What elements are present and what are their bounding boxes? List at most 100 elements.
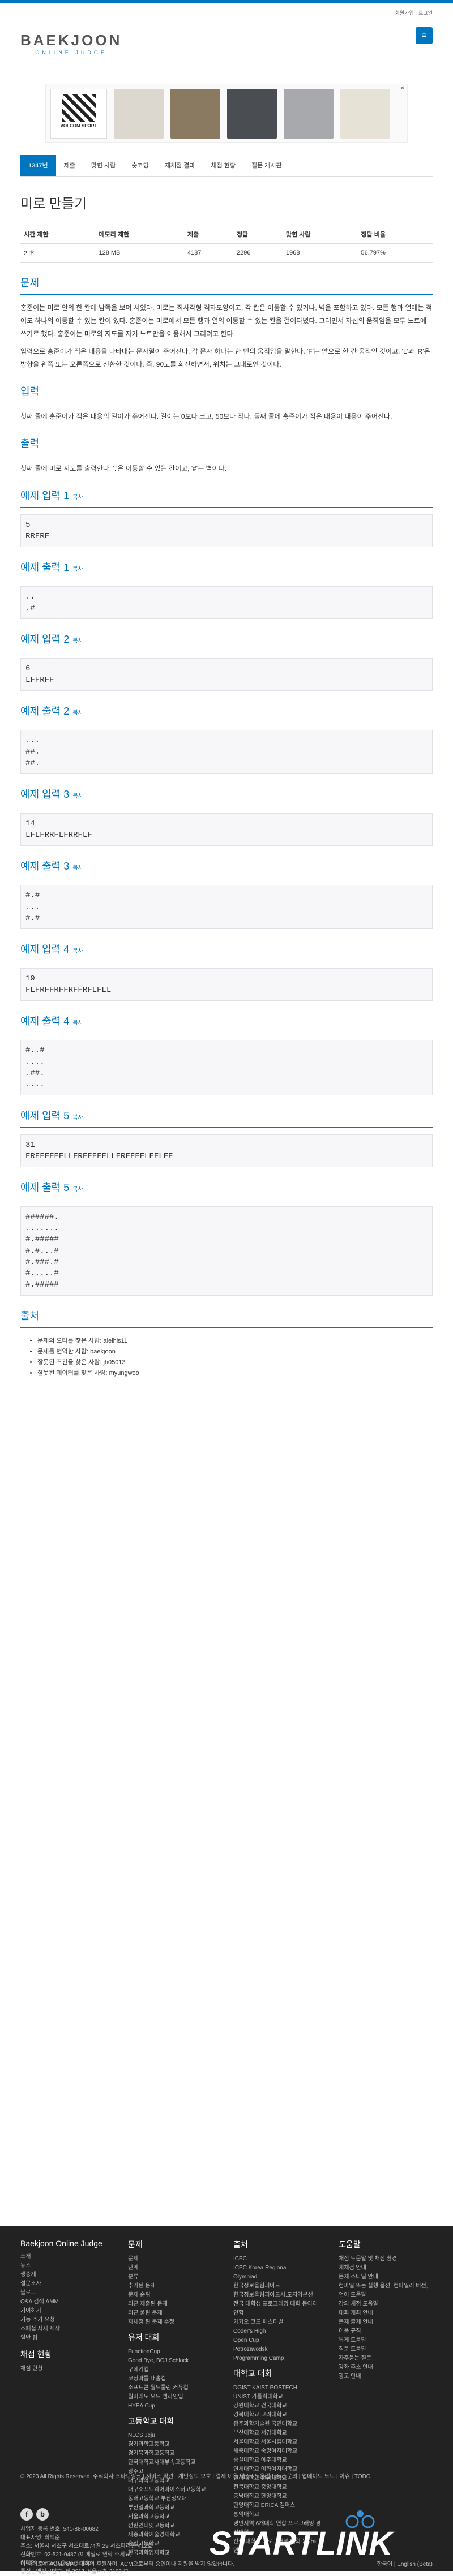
copy-button[interactable]: 복사 [72,793,83,799]
info-submissions: 4187 [184,243,234,263]
footer-link[interactable]: 강좌 주소 안내 [339,2363,429,2372]
tab-submit[interactable]: 제출 [56,155,83,176]
footer-link[interactable]: 전국 대학생 프로그래밍 대회 동아리 연합 [233,2300,324,2318]
ad-product-image[interactable] [170,89,220,139]
footer-link[interactable]: 숭실대학교 아주대학교 [233,2456,324,2465]
tab-solved-users[interactable]: 맞힌 사람 [83,155,124,176]
language-switch[interactable]: 한국어 | English (Beta) [377,2559,433,2568]
footer-link[interactable]: 최근 풀린 문제 [128,2309,219,2318]
footer-link[interactable]: ICPC Korea Regional [233,2264,324,2273]
footer-link[interactable]: 문제 [128,2255,219,2264]
footer-link[interactable]: 채점 도움말 및 채점 환경 [339,2255,429,2264]
footer-link[interactable]: 강원대학교 건국대학교 [233,2402,324,2411]
ad-product-image[interactable] [284,89,334,139]
footer-link[interactable]: 스페셜 저지 제작 [20,2325,111,2334]
footer-link[interactable]: 톡게 도움말 [339,2336,429,2345]
footer-link[interactable]: 월미래도 오드 엠라인입 [128,2393,219,2402]
footer-link[interactable]: 기능 추가 요청 [20,2316,111,2325]
tab-board[interactable]: 질문 게시판 [243,155,290,176]
tab-status[interactable]: 채점 현황 [203,155,243,176]
copy-button[interactable]: 복사 [72,1186,83,1193]
footer-link[interactable]: 코딩마를 내홀컵 [128,2375,219,2384]
footer-link[interactable]: 대회 개최 안내 [339,2309,429,2318]
menu-toggle-button[interactable]: ≡ [416,27,433,44]
ad-product-image[interactable] [340,89,390,139]
footer-link[interactable]: 문제 순위 [128,2291,219,2300]
copy-button[interactable]: 복사 [72,948,83,954]
footer-link[interactable]: Olympiad [233,2273,324,2282]
footer-link[interactable]: 채점 현황 [20,2364,111,2373]
footer-link[interactable]: 일반 링 [20,2334,111,2343]
site-logo[interactable]: BAEKJOON ONLINE JUDGE [20,32,122,55]
footer-link[interactable]: FunctionCup [128,2347,219,2356]
blog-icon[interactable]: b [36,2508,49,2521]
tab-problem[interactable]: 1347번 [20,155,56,176]
footer-link[interactable]: 재채점 된 문제 수정 [128,2318,219,2327]
copy-button[interactable]: 복사 [72,494,83,501]
footer-link[interactable]: Q&A 검색 AMM [20,2298,111,2307]
footer-link[interactable]: 컴파일 또는 실행 옵션, 컴파일러 버전, 언어 도움말 [339,2282,429,2300]
footer-link[interactable]: 강의 채점 도움말 [339,2300,429,2309]
footer-link[interactable]: 문제 출제 안내 [339,2318,429,2327]
footer-link[interactable]: 소개 [20,2252,111,2261]
ad-product-image[interactable] [114,89,164,139]
footer-link[interactable]: Programming Camp [233,2354,324,2363]
footer-link[interactable]: 광고 안내 [339,2372,429,2381]
login-link[interactable]: 로그인 [418,10,433,16]
footer-link[interactable]: 뉴스 [20,2261,111,2270]
copy-button[interactable]: 복사 [72,566,83,573]
footer-link[interactable]: Petrozavodsk [233,2345,324,2354]
tab-rejudge[interactable]: 재채점 결과 [157,155,203,176]
footer-link[interactable]: Good Bye, BOJ Schlock [128,2356,219,2366]
footer-legal-links[interactable]: © 2023 All Rights Reserved. 주식회사 스타트링크 |… [20,2472,433,2481]
footer-link[interactable]: 단국대학교사대부속고등학교 [128,2458,219,2467]
signup-link[interactable]: 회원가입 [395,10,414,16]
footer-link[interactable]: 이용 규칙 [339,2327,429,2336]
facebook-icon[interactable]: f [20,2508,33,2521]
footer-link[interactable]: UNIST 가톨릭대학교 [233,2393,324,2402]
ad-close-icon[interactable]: ✕ [400,85,405,92]
footer-link[interactable]: 부산대학교 서강대학교 [233,2429,324,2438]
advertisement-banner[interactable]: VOLCOM SPORT ✕ [45,84,408,143]
footer-link[interactable]: 카카오 코드 페스티벌 [233,2318,324,2327]
footer-link[interactable]: 경기과학고등학교 [128,2440,219,2449]
copy-button[interactable]: 복사 [72,638,83,644]
footer-link[interactable]: 질문 도움말 [339,2345,429,2354]
footer-link[interactable]: ICPC [233,2255,324,2264]
ad-product-image[interactable] [227,89,277,139]
footer-link[interactable]: 한국정보올림피아드 [233,2282,324,2291]
footer-link[interactable]: 경기북과학고등학교 [128,2449,219,2458]
footer-link[interactable]: 추가된 문제 [128,2282,219,2291]
footer-link[interactable]: 한국정보올림피아드시.도지역본선 [233,2291,324,2300]
footer-link[interactable]: 재채점 안내 [339,2264,429,2273]
footer-link[interactable]: 경북대학교 고려대학교 [233,2411,324,2420]
footer-link[interactable]: 블로그 [20,2289,111,2298]
footer-link[interactable]: 최근 제출된 문제 [128,2300,219,2309]
footer-link[interactable]: Open Cup [233,2336,324,2345]
footer-link[interactable]: 설문조사 [20,2280,111,2289]
footer-link[interactable]: 소프트콘 월드룰린 커뮤컵 [128,2384,219,2393]
copy-button[interactable]: 복사 [72,1020,83,1026]
footer-link[interactable]: 세종대학교 숙명여자대학교 [233,2447,324,2456]
footer-link[interactable]: 동래고등학교 부산정보대 [128,2495,219,2504]
footer-link[interactable]: 서울대학교 서울시립대학교 [233,2438,324,2447]
footer-link[interactable]: HYEA Cup [128,2402,219,2411]
tab-short-coding[interactable]: 숏코딩 [123,155,156,176]
footer-link[interactable]: 대구소프트웨어마이스터고등학교 [128,2485,219,2495]
footer-link[interactable]: 단계 [128,2264,219,2273]
footer-link[interactable]: DGIST KAIST POSTECH [233,2384,324,2393]
footer-link[interactable]: 충남대학교 한양대학교 [233,2492,324,2501]
copy-button[interactable]: 복사 [72,1115,83,1121]
footer-link[interactable]: 전북대학교 중앙대학교 [233,2483,324,2492]
copy-button[interactable]: 복사 [72,710,83,716]
footer-link[interactable]: 광주과학기술원 국민대학교 [233,2420,324,2429]
footer-link[interactable]: 분류 [128,2273,219,2282]
footer-link[interactable]: 기여하기 [20,2307,111,2316]
footer-link[interactable]: 문제 스타일 안내 [339,2273,429,2282]
footer-link[interactable]: 구데기컵 [128,2366,219,2375]
footer-link[interactable]: 자주묻는 질문 [339,2354,429,2363]
footer-link[interactable]: Coder's High [233,2327,324,2336]
footer-link[interactable]: NLCS Jeju [128,2431,219,2440]
footer-link[interactable]: 생중계 [20,2270,111,2280]
copy-button[interactable]: 복사 [72,865,83,871]
